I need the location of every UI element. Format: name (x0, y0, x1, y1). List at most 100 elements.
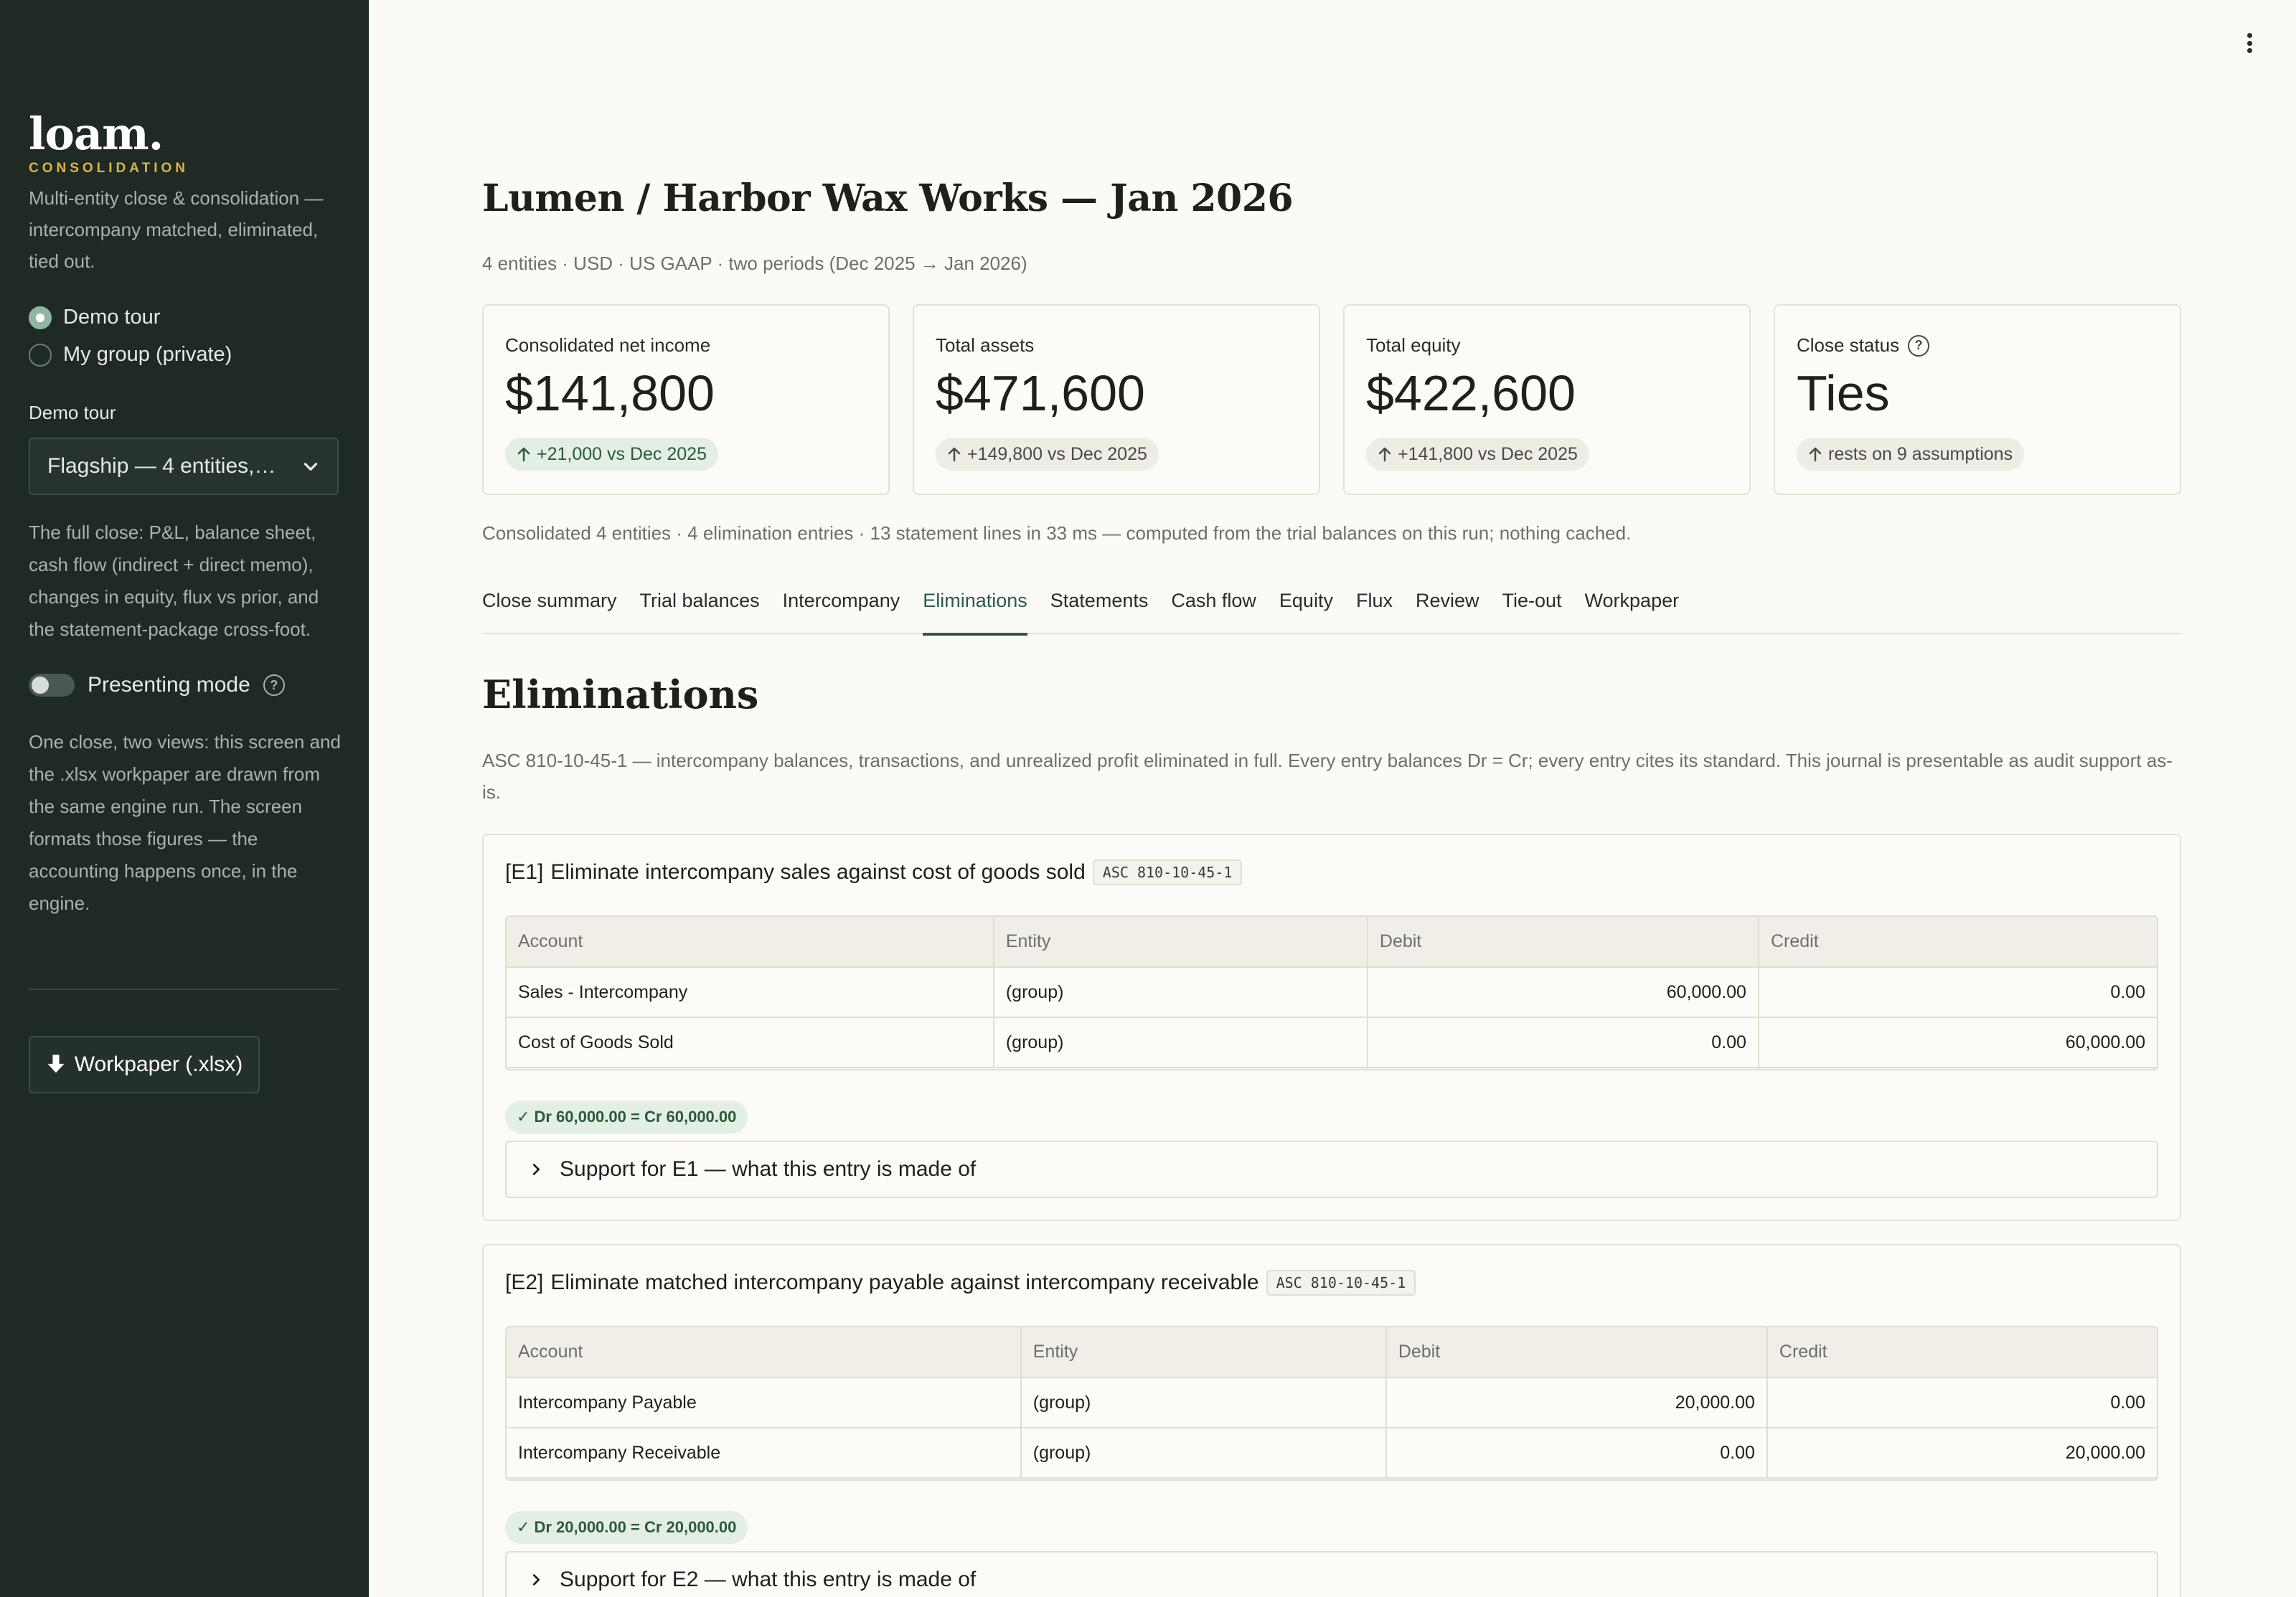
entity-cell: (group) (1020, 1377, 1387, 1428)
arrow-up-icon (517, 447, 530, 462)
kpi-label: Total assets (936, 334, 1035, 356)
app-logo: loam. (29, 108, 164, 160)
support-expander-e2[interactable]: Support for E2 — what this entry is made… (505, 1551, 2158, 1597)
support-expander-e1[interactable]: Support for E1 — what this entry is made… (505, 1141, 2158, 1198)
credit-cell: 0.00 (1758, 967, 2157, 1018)
mode-radio-demo-tour[interactable]: Demo tour (29, 306, 160, 329)
entry-id: [E2] (505, 1271, 544, 1294)
standard-tag: ASC 810-10-45-1 (1092, 859, 1243, 885)
table-row: Intercompany Receivable (group) 0.00 20,… (507, 1428, 2157, 1479)
chevron-right-icon (532, 1574, 540, 1586)
kpi-label: Consolidated net income (505, 334, 711, 356)
tab-statements[interactable]: Statements (1050, 580, 1149, 634)
tour-select[interactable]: Flagship — 4 entities,… (29, 438, 339, 495)
tab-equity[interactable]: Equity (1279, 580, 1333, 634)
download-workpaper-button[interactable]: Workpaper (.xlsx) (29, 1036, 260, 1093)
kpi-delta-badge: +149,800 vs Dec 2025 (936, 438, 1159, 471)
chevron-right-icon (532, 1164, 540, 1175)
sidebar: loam. CONSOLIDATION Multi-entity close &… (0, 0, 369, 1597)
support-label: Support for E1 — what this entry is made… (560, 1157, 977, 1181)
mode-radio-label: Demo tour (63, 306, 161, 329)
kpi-value: Ties (1797, 365, 1890, 421)
section-title: Eliminations (482, 672, 759, 717)
download-workpaper-label: Workpaper (.xlsx) (74, 1052, 243, 1076)
account-cell: Cost of Goods Sold (507, 1017, 994, 1068)
debit-cell: 0.00 (1367, 1017, 1759, 1068)
column-header: Debit (1385, 1327, 1768, 1378)
run-note: Consolidated 4 entities · 4 elimination … (482, 522, 1632, 544)
sidebar-divider (29, 989, 339, 990)
entry-heading: [E1] Eliminate intercompany sales agains… (505, 859, 1243, 885)
mode-radio-my-group[interactable]: My group (private) (29, 343, 232, 367)
app-logo-subtitle: CONSOLIDATION (29, 161, 189, 176)
presenting-mode-toggle[interactable] (29, 674, 75, 697)
tab-review[interactable]: Review (1416, 580, 1479, 634)
column-header: Account (507, 917, 994, 968)
kpi-card-close-status: Close status ? Ties rests on 9 assumptio… (1774, 304, 2181, 495)
kpi-delta-badge: rests on 9 assumptions (1797, 438, 2025, 471)
page-subtitle: 4 entities · USD · US GAAP · two periods… (482, 253, 1027, 274)
table-row: Intercompany Payable (group) 20,000.00 0… (507, 1377, 2157, 1428)
kpi-label: Total equity (1366, 334, 1461, 356)
section-description: ASC 810-10-45-1 — intercompany balances,… (482, 750, 2173, 803)
tour-select-value: Flagship — 4 entities,… (47, 454, 276, 478)
tab-bar: Close summary Trial balances Intercompan… (482, 580, 2181, 636)
more-options-icon[interactable] (2239, 29, 2260, 57)
presenting-mode-row: Presenting mode ? (29, 673, 285, 697)
kpi-label: Close status ? (1797, 334, 1930, 357)
credit-cell: 0.00 (1766, 1377, 2157, 1428)
tour-description: The full close: P&L, balance sheet, cash… (29, 522, 319, 640)
kpi-value: $471,600 (936, 365, 1145, 421)
debit-cell: 60,000.00 (1367, 967, 1759, 1018)
support-label: Support for E2 — what this entry is made… (560, 1568, 977, 1591)
kpi-delta-badge: +21,000 vs Dec 2025 (505, 438, 718, 471)
debit-cell: 20,000.00 (1385, 1377, 1768, 1428)
tab-intercompany[interactable]: Intercompany (783, 580, 900, 634)
tab-cash-flow[interactable]: Cash flow (1171, 580, 1256, 634)
column-header: Credit (1766, 1327, 2157, 1378)
app-tagline: Multi-entity close & consolidation — int… (29, 187, 324, 272)
column-header: Debit (1367, 917, 1759, 968)
download-icon (47, 1055, 65, 1073)
journal-table: Account Entity Debit Credit Sales - Inte… (505, 915, 2158, 1070)
debit-cell: 0.00 (1385, 1428, 1768, 1479)
help-icon[interactable]: ? (1908, 334, 1930, 357)
balance-check-badge: ✓ Dr 60,000.00 = Cr 60,000.00 (505, 1101, 748, 1134)
entity-cell: (group) (1020, 1428, 1387, 1479)
entry-title: Eliminate intercompany sales against cos… (550, 860, 1086, 884)
tab-tie-out[interactable]: Tie-out (1502, 580, 1562, 634)
credit-cell: 60,000.00 (1758, 1017, 2157, 1068)
elimination-entry-e1: [E1] Eliminate intercompany sales agains… (482, 834, 2181, 1221)
credit-cell: 20,000.00 (1766, 1428, 2157, 1479)
radio-selected-icon[interactable] (29, 306, 52, 329)
tab-close-summary[interactable]: Close summary (482, 580, 617, 634)
entry-id: [E1] (505, 860, 544, 884)
balance-check-badge: ✓ Dr 20,000.00 = Cr 20,000.00 (505, 1511, 748, 1544)
kpi-value: $141,800 (505, 365, 715, 421)
entity-cell: (group) (993, 1017, 1368, 1068)
kpi-delta-badge: +141,800 vs Dec 2025 (1366, 438, 1589, 471)
arrow-up-icon (1809, 447, 1822, 462)
column-header: Entity (1020, 1327, 1387, 1378)
tab-flux[interactable]: Flux (1356, 580, 1393, 634)
checkmark-icon: ✓ (517, 1108, 530, 1126)
radio-unselected-icon[interactable] (29, 343, 52, 367)
table-row: Sales - Intercompany (group) 60,000.00 0… (507, 967, 2157, 1018)
tour-select-label: Demo tour (29, 402, 116, 423)
account-cell: Intercompany Receivable (507, 1428, 1022, 1479)
account-cell: Intercompany Payable (507, 1377, 1022, 1428)
kpi-card-net-income: Consolidated net income $141,800 +21,000… (482, 304, 890, 495)
entity-cell: (group) (993, 967, 1368, 1018)
column-header: Entity (993, 917, 1368, 968)
chevron-down-icon (304, 463, 318, 471)
journal-table: Account Entity Debit Credit Intercompany… (505, 1326, 2158, 1481)
tab-eliminations[interactable]: Eliminations (923, 580, 1027, 636)
engine-note: One close, two views: this screen and th… (29, 731, 341, 914)
entry-heading: [E2] Eliminate matched intercompany paya… (505, 1270, 1416, 1296)
kpi-card-total-assets: Total assets $471,600 +149,800 vs Dec 20… (913, 304, 1320, 495)
arrow-up-icon (1378, 447, 1391, 462)
table-row: Cost of Goods Sold (group) 0.00 60,000.0… (507, 1017, 2157, 1068)
help-icon[interactable]: ? (263, 674, 285, 696)
tab-trial-balances[interactable]: Trial balances (640, 580, 760, 634)
tab-workpaper[interactable]: Workpaper (1585, 580, 1680, 634)
